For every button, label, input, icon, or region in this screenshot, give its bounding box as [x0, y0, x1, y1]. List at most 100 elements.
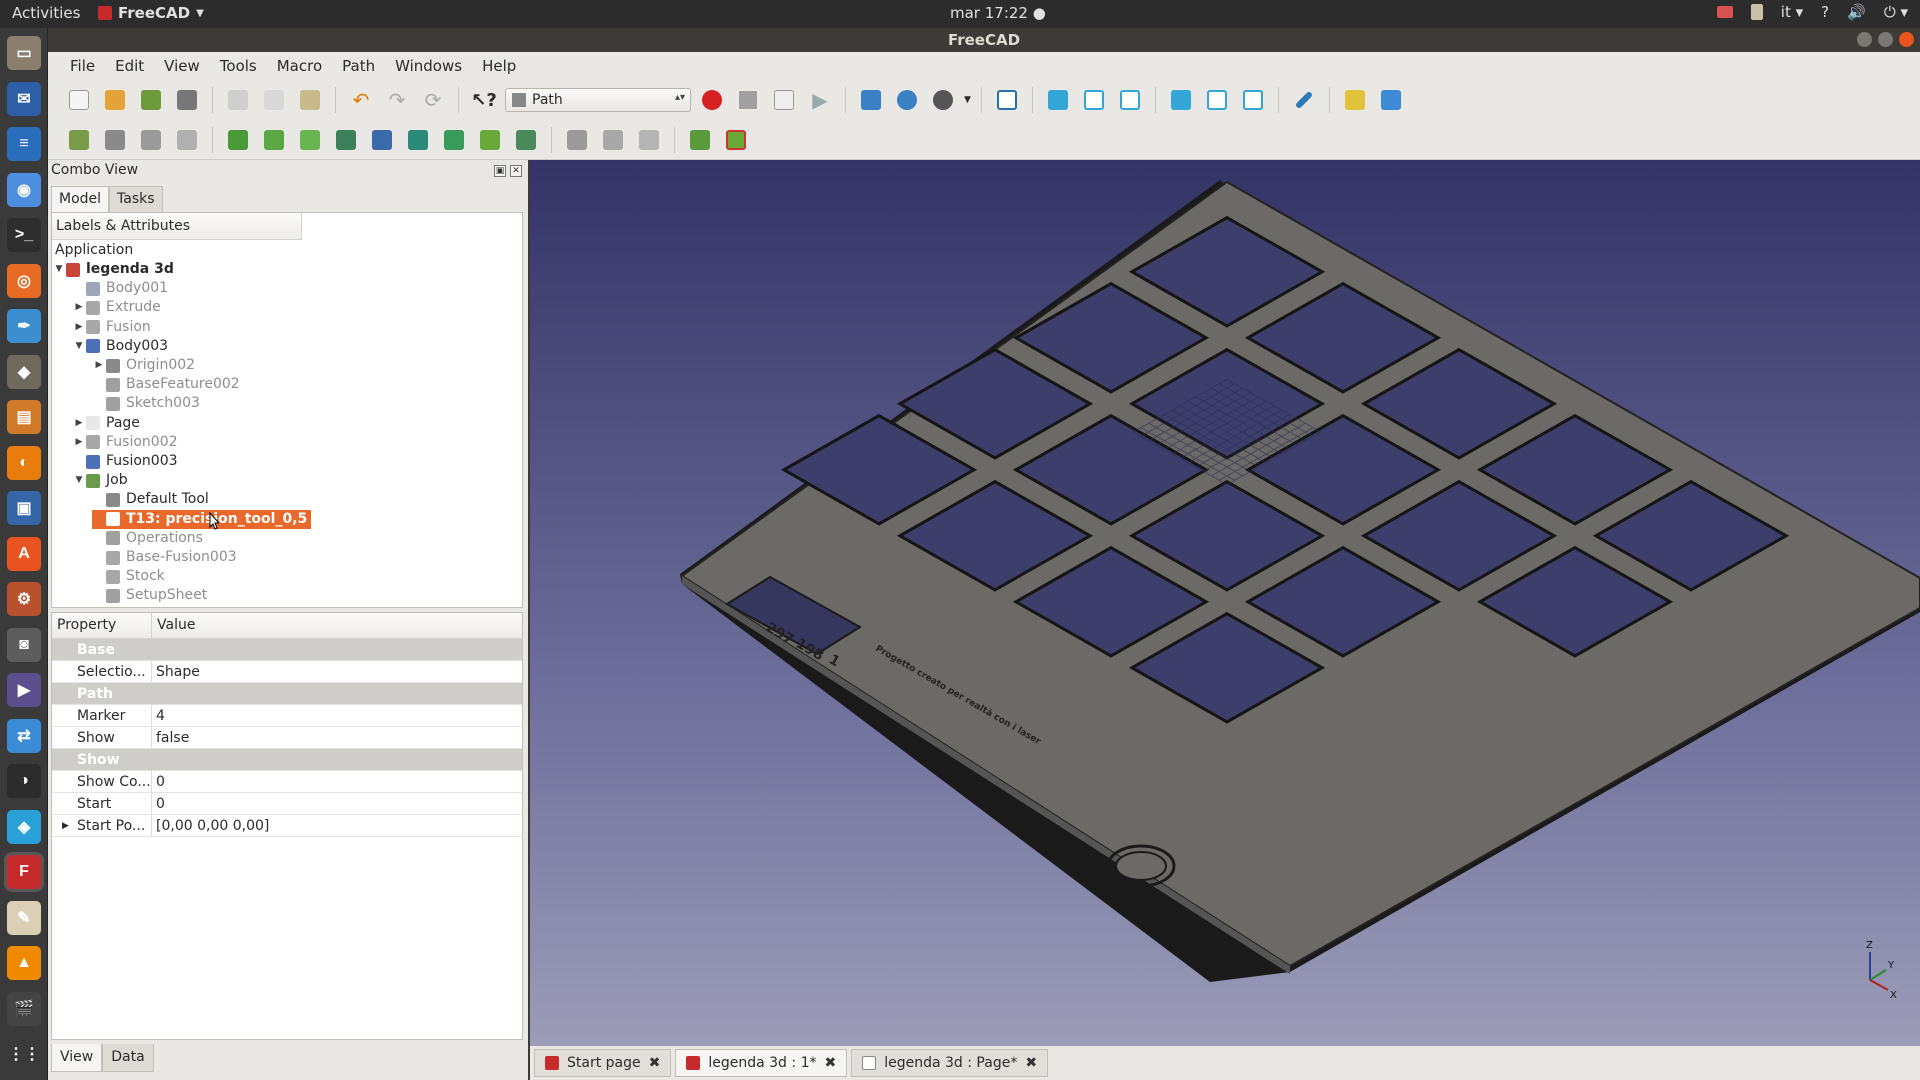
freecad-icon[interactable]: F: [7, 855, 41, 889]
open-button[interactable]: [100, 85, 130, 115]
profile-faces-button[interactable]: [295, 125, 325, 155]
profile-edges-button[interactable]: [259, 125, 289, 155]
property-row[interactable]: Start Index 0: [52, 793, 522, 815]
rear-view-button[interactable]: [1166, 85, 1196, 115]
tree-item[interactable]: ▼ Job: [72, 471, 128, 490]
gimp-icon[interactable]: ◆: [7, 354, 41, 389]
lang-indicator[interactable]: it ▾: [1781, 3, 1803, 21]
collapsed-arrow-icon[interactable]: ▶: [62, 815, 69, 836]
property-value[interactable]: Shape: [152, 661, 200, 682]
tree-item[interactable]: Sketch003: [92, 394, 200, 413]
collapsed-arrow-icon[interactable]: ▶: [72, 318, 86, 337]
menu-edit[interactable]: Edit: [105, 57, 154, 75]
paste-button[interactable]: [295, 85, 325, 115]
cut-button[interactable]: [223, 85, 253, 115]
property-row[interactable]: Marker S... 4: [52, 705, 522, 727]
run-macro-button[interactable]: ▶: [805, 85, 835, 115]
app-menu[interactable]: FreeCAD ▼: [98, 4, 204, 22]
deburr-button[interactable]: [511, 125, 541, 155]
whats-this-button[interactable]: ↖?: [469, 85, 499, 115]
expanded-arrow-icon[interactable]: ▼: [72, 471, 86, 490]
tree-item[interactable]: Operations: [92, 529, 203, 548]
undo-button[interactable]: ↶: [346, 85, 376, 115]
stop-macro-button[interactable]: [733, 85, 763, 115]
terminal-icon[interactable]: >_: [7, 218, 41, 252]
camera-icon[interactable]: [1716, 6, 1733, 18]
tree-item[interactable]: T13: precision_tool_0,5: [92, 509, 312, 529]
document-tab[interactable]: Start page ✖: [534, 1049, 672, 1077]
power-icon[interactable]: ⏻ ▾: [1884, 3, 1908, 21]
draw-style-button[interactable]: [928, 85, 958, 115]
menu-view[interactable]: View: [154, 57, 210, 75]
post-process-button[interactable]: [100, 125, 130, 155]
tree-header[interactable]: Labels & Attributes: [52, 213, 302, 240]
property-row[interactable]: Selectio... Shape: [52, 661, 522, 683]
group-button[interactable]: [1376, 85, 1406, 115]
document-tab[interactable]: legenda 3d : Page* ✖: [851, 1049, 1049, 1077]
firefox-icon[interactable]: ◎: [7, 263, 41, 298]
menu-tools[interactable]: Tools: [210, 57, 267, 75]
property-column-header[interactable]: Property: [52, 613, 152, 638]
chevron-down-icon[interactable]: ▼: [964, 95, 971, 105]
redo-button[interactable]: ↷: [382, 85, 412, 115]
close-icon[interactable]: ✖: [649, 1055, 661, 1071]
copy-button[interactable]: [259, 85, 289, 115]
chromium-icon[interactable]: ◉: [7, 172, 41, 207]
clipboard-icon[interactable]: [1750, 4, 1763, 20]
volume-icon[interactable]: 🔊: [1847, 3, 1866, 21]
tab-view[interactable]: View: [51, 1044, 103, 1072]
path-job-button[interactable]: [64, 125, 94, 155]
property-row[interactable]: ▶ Start Po... [0,00 0,00 0,00]: [52, 815, 522, 837]
tree-item[interactable]: Base-Fusion003: [92, 548, 237, 567]
sanity-check-button[interactable]: [136, 125, 166, 155]
part-button[interactable]: [1340, 85, 1370, 115]
property-group[interactable]: Path: [52, 683, 522, 705]
property-row[interactable]: Show Co... 0: [52, 771, 522, 793]
network-icon[interactable]: ⇄: [7, 718, 41, 753]
tree-item[interactable]: Default Tool: [92, 490, 209, 509]
help-icon[interactable]: ?: [1821, 3, 1829, 21]
tree-item[interactable]: SetupSheet: [92, 586, 207, 605]
simulator-button[interactable]: [685, 125, 715, 155]
maximize-icon[interactable]: [1878, 32, 1893, 47]
engrave-button[interactable]: [475, 125, 505, 155]
new-button[interactable]: [64, 85, 94, 115]
menu-path[interactable]: Path: [332, 57, 385, 75]
tree-item[interactable]: ▶ Fusion: [72, 318, 151, 337]
menu-windows[interactable]: Windows: [385, 57, 472, 75]
property-row[interactable]: Show No... false: [52, 727, 522, 749]
tree-item[interactable]: Body001: [72, 279, 168, 298]
workbench-selector[interactable]: Path ▴▾: [505, 88, 691, 112]
refresh-button[interactable]: ⟳: [418, 85, 448, 115]
record-macro-button[interactable]: [697, 85, 727, 115]
profile-button[interactable]: [223, 125, 253, 155]
collapsed-arrow-icon[interactable]: ▶: [72, 414, 86, 433]
vlc-icon[interactable]: ▲: [7, 946, 41, 980]
3d-scene[interactable]: 297 198 1 Progetto creato per realtà con…: [530, 160, 1920, 1046]
show-apps-icon[interactable]: ⋮⋮: [7, 1037, 41, 1071]
tree-item[interactable]: Fusion003: [72, 452, 178, 471]
tab-data[interactable]: Data: [102, 1044, 154, 1072]
clock[interactable]: mar 17:22 ●: [950, 4, 1046, 22]
tree-item[interactable]: ▶ Origin002: [92, 356, 196, 375]
bottom-view-button[interactable]: [1202, 85, 1232, 115]
collapsed-arrow-icon[interactable]: ▶: [72, 433, 86, 452]
property-value[interactable]: 0: [152, 771, 165, 792]
simple-copy-button[interactable]: [634, 125, 664, 155]
float-icon[interactable]: ▣: [494, 165, 506, 177]
close-icon[interactable]: ✖: [1025, 1055, 1037, 1071]
print-button[interactable]: [172, 85, 202, 115]
thunderbird-icon[interactable]: ✉: [7, 81, 41, 116]
front-view-button[interactable]: [1043, 85, 1073, 115]
tree-item[interactable]: ▶ Fusion002: [72, 433, 178, 452]
drilling-button[interactable]: [367, 125, 397, 155]
left-view-button[interactable]: [1238, 85, 1268, 115]
close-icon[interactable]: ✖: [824, 1055, 836, 1071]
menu-help[interactable]: Help: [472, 57, 526, 75]
document-tab[interactable]: legenda 3d : 1* ✖: [675, 1049, 848, 1077]
value-column-header[interactable]: Value: [152, 613, 195, 638]
tree-item[interactable]: ▼ Body003: [72, 337, 169, 356]
tab-model[interactable]: Model: [51, 186, 110, 212]
top-view-button[interactable]: [1079, 85, 1109, 115]
collapsed-arrow-icon[interactable]: ▶: [72, 298, 86, 317]
